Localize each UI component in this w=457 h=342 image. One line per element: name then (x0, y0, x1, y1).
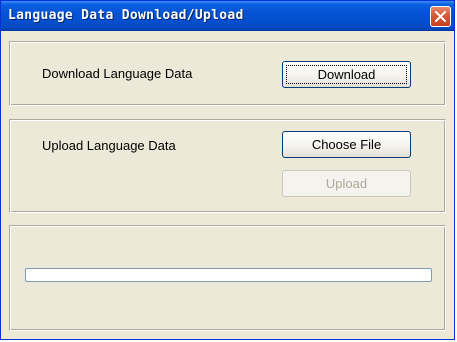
upload-group: Upload Language Data Choose File Upload (9, 119, 446, 213)
download-label: Download Language Data (42, 66, 193, 81)
dialog-window: Language Data Download/Upload Download L… (0, 0, 455, 340)
title-bar[interactable]: Language Data Download/Upload (1, 1, 454, 31)
upload-button-label: Upload (325, 176, 368, 191)
choose-file-button-label: Choose File (311, 137, 382, 152)
download-button-label: Download (317, 67, 376, 82)
window-title: Language Data Download/Upload (8, 8, 244, 23)
close-icon (435, 11, 446, 22)
upload-button[interactable]: Upload (282, 170, 411, 197)
download-group: Download Language Data Download (9, 41, 446, 106)
progress-bar (25, 268, 432, 282)
upload-label: Upload Language Data (42, 138, 176, 153)
download-button[interactable]: Download (282, 61, 411, 88)
choose-file-button[interactable]: Choose File (282, 131, 411, 158)
close-button[interactable] (430, 6, 451, 27)
progress-group (9, 225, 446, 331)
